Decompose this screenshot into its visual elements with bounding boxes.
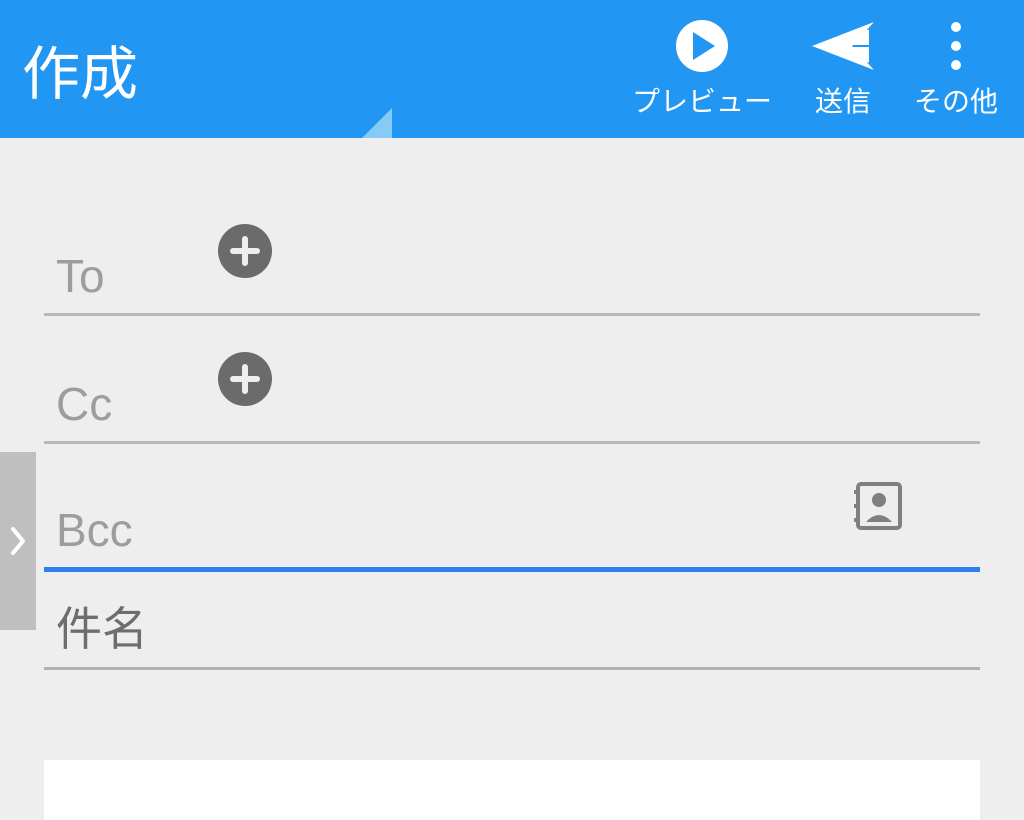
account-dropdown-indicator[interactable] bbox=[362, 108, 392, 138]
more-button[interactable]: その他 bbox=[914, 18, 998, 120]
subject-field-row[interactable]: 件名 bbox=[44, 598, 980, 670]
play-circle-icon bbox=[676, 18, 728, 74]
to-label: To bbox=[44, 249, 204, 303]
more-vertical-icon bbox=[951, 18, 961, 74]
plus-icon bbox=[229, 363, 261, 395]
side-drawer-handle[interactable] bbox=[0, 452, 36, 630]
preview-label: プレビュー bbox=[632, 80, 772, 120]
add-to-recipient-button[interactable] bbox=[218, 224, 272, 278]
add-cc-recipient-button[interactable] bbox=[218, 352, 272, 406]
contact-card-icon bbox=[852, 480, 904, 532]
to-field-row[interactable]: To bbox=[44, 188, 980, 316]
body-editor[interactable] bbox=[44, 760, 980, 820]
send-label: 送信 bbox=[815, 80, 871, 120]
send-icon bbox=[812, 18, 874, 74]
app-header: 作成 プレビュー 送信 その他 bbox=[0, 0, 1024, 138]
cc-field-row[interactable]: Cc bbox=[44, 316, 980, 444]
header-actions: プレビュー 送信 その他 bbox=[632, 18, 998, 120]
send-button[interactable]: 送信 bbox=[812, 18, 874, 120]
plus-icon bbox=[229, 235, 261, 267]
chevron-right-icon bbox=[8, 525, 28, 557]
cc-label: Cc bbox=[44, 377, 204, 431]
subject-label: 件名 bbox=[44, 593, 204, 659]
preview-button[interactable]: プレビュー bbox=[632, 18, 772, 120]
choose-contact-button[interactable] bbox=[852, 480, 904, 532]
bcc-field-row[interactable]: Bcc bbox=[44, 444, 980, 572]
page-title: 作成 bbox=[22, 27, 138, 111]
bcc-label: Bcc bbox=[44, 503, 204, 557]
compose-form: To Cc Bcc bbox=[0, 138, 1024, 670]
more-label: その他 bbox=[914, 80, 998, 120]
